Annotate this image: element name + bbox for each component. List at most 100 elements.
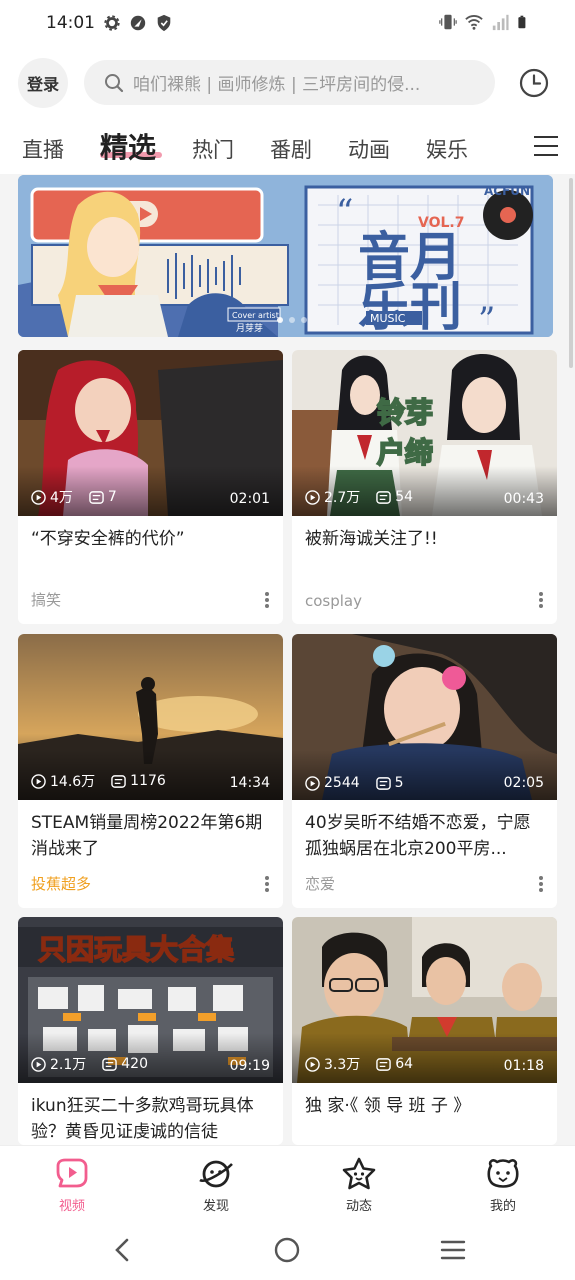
shield-icon — [157, 14, 171, 32]
video-duration: 02:01 — [229, 491, 270, 507]
nav-video[interactable]: 视频 — [42, 1156, 102, 1214]
danmaku-icon — [376, 490, 392, 504]
video-duration: 14:34 — [229, 775, 270, 791]
play-count-icon — [31, 1056, 46, 1072]
play-count-icon — [31, 773, 46, 789]
comment-count: 1176 — [130, 773, 166, 789]
view-count: 2.1万 — [50, 1057, 87, 1073]
tab-hot[interactable]: 热门 — [192, 134, 234, 164]
more-options-icon[interactable] — [539, 592, 543, 608]
tab-entertainment[interactable]: 娱乐 — [426, 134, 468, 164]
video-duration: 01:18 — [503, 1058, 544, 1074]
comment-count: 64 — [395, 1056, 414, 1072]
banner-subtitle: MUSIC — [370, 312, 406, 325]
tab-live[interactable]: 直播 — [22, 134, 64, 164]
video-title[interactable]: STEAM销量周榜2022年第6期 消战来了 — [18, 800, 283, 862]
video-tag[interactable]: 投蕉超多 — [31, 873, 91, 894]
video-thumbnail[interactable]: 只因玩具大合集 2.1万 420 09:19 — [18, 917, 283, 1083]
play-count-icon — [305, 775, 320, 791]
scrollbar[interactable] — [569, 178, 573, 368]
nav-label: 视频 — [58, 1199, 85, 1214]
video-title[interactable]: 独 家·《 领 导 班 子 》 — [292, 1083, 557, 1145]
view-count: 2544 — [324, 775, 360, 791]
tab-menu-icon[interactable] — [534, 136, 558, 156]
search-input[interactable]: 咱们裸熊 | 画师修炼 | 三坪房间的侵... — [84, 60, 495, 105]
planet-icon — [199, 1160, 233, 1188]
video-thumbnail[interactable]: 4万 7 02:01 — [18, 350, 283, 516]
more-options-icon[interactable] — [539, 876, 543, 892]
tab-animation[interactable]: 动画 — [348, 134, 390, 164]
video-duration: 00:43 — [503, 491, 544, 507]
danmaku-icon — [111, 774, 126, 788]
nav-me[interactable]: 我的 — [473, 1156, 533, 1214]
search-placeholder: 咱们裸熊 | 画师修炼 | 三坪房间的侵... — [133, 75, 421, 95]
video-title[interactable]: “不穿安全裤的代价” — [18, 516, 283, 578]
danmaku-icon — [375, 776, 391, 790]
login-button[interactable]: 登录 — [18, 58, 68, 108]
location-icon — [130, 15, 146, 31]
svg-text:“: “ — [336, 192, 353, 232]
view-count: 3.3万 — [324, 1057, 361, 1073]
thumbnail-overlay-text: 户缔 — [377, 436, 433, 469]
video-thumbnail[interactable]: 14.6万 1176 14:34 — [18, 634, 283, 800]
bear-face-icon — [487, 1159, 519, 1188]
nav-discover[interactable]: 发现 — [186, 1156, 246, 1214]
vibrate-icon — [439, 14, 457, 30]
video-card[interactable]: 铃芽 户缔 2.7万 54 00:43 被新海诚关注了!! cosplay — [292, 350, 557, 624]
more-options-icon[interactable] — [265, 876, 269, 892]
comment-count: 54 — [395, 489, 414, 505]
home-icon[interactable] — [274, 1237, 300, 1263]
nav-label: 我的 — [489, 1199, 516, 1214]
system-navigation-bar — [0, 1221, 575, 1280]
video-thumbnail[interactable]: 3.3万 64 01:18 — [292, 917, 557, 1083]
video-title[interactable]: 被新海诚关注了!! — [292, 516, 557, 578]
video-tag[interactable]: cosplay — [305, 592, 362, 610]
tab-featured[interactable]: 精选 — [100, 126, 156, 166]
view-count: 4万 — [50, 490, 73, 506]
thumbnail-overlay-text: 只因玩具大合集 — [38, 933, 234, 966]
video-tag[interactable]: 搞笑 — [31, 589, 61, 610]
more-options-icon[interactable] — [265, 592, 269, 608]
video-tag[interactable]: 恋爱 — [305, 873, 335, 894]
video-title[interactable]: ikun狂买二十多款鸡哥玩具体验？黄昏见证虔诚的信徒 — [18, 1083, 283, 1145]
video-thumbnail[interactable]: 铃芽 户缔 2.7万 54 00:43 — [292, 350, 557, 516]
history-icon[interactable] — [519, 68, 549, 98]
banner-image: Cover artist 月芽芽 “ ” 音月 乐刊 VOL.7 MUSIC A… — [18, 175, 553, 337]
play-count-icon — [31, 489, 46, 505]
wifi-icon — [465, 15, 483, 30]
video-card[interactable]: 只因玩具大合集 2.1万 420 09:19 ikun狂买二十多款鸡哥玩具体验？… — [18, 917, 283, 1145]
comment-count: 420 — [121, 1056, 148, 1072]
danmaku-icon — [89, 490, 104, 504]
star-face-icon — [342, 1157, 376, 1190]
banner-artist-label: Cover artist — [232, 311, 279, 320]
svg-text:”: ” — [478, 300, 495, 337]
back-icon[interactable] — [110, 1237, 134, 1263]
header: 登录 咱们裸熊 | 画师修炼 | 三坪房间的侵... — [0, 50, 575, 116]
banner-artist-name: 月芽芽 — [236, 322, 263, 334]
video-card[interactable]: 3.3万 64 01:18 独 家·《 领 导 班 子 》 — [292, 917, 557, 1145]
banner-title-b: 乐刊 — [358, 278, 462, 337]
recent-apps-icon[interactable] — [440, 1238, 466, 1262]
danmaku-icon — [102, 1057, 118, 1071]
category-tabs: 直播 精选 热门 番剧 动画 娱乐 — [0, 116, 575, 174]
comment-count: 5 — [394, 775, 404, 791]
status-bar: 14:01 — [0, 0, 575, 50]
nav-moments[interactable]: 动态 — [329, 1156, 389, 1214]
video-card[interactable]: 4万 7 02:01 “不穿安全裤的代价” 搞笑 — [18, 350, 283, 624]
comment-count: 7 — [107, 489, 117, 505]
bottom-navigation: 视频 发现 动态 我的 — [0, 1145, 575, 1221]
danmaku-icon — [376, 1057, 392, 1071]
status-time: 14:01 — [46, 13, 95, 33]
battery-icon — [518, 15, 526, 29]
video-card[interactable]: 2544 5 02:05 40岁吴昕不结婚不恋爱，宁愿孤独蜗居在北京200平房.… — [292, 634, 557, 908]
banner-carousel[interactable]: Cover artist 月芽芽 “ ” 音月 乐刊 VOL.7 MUSIC A… — [18, 175, 553, 337]
thumbnail-overlay-text: 铃芽 — [377, 396, 433, 429]
video-card[interactable]: 14.6万 1176 14:34 STEAM销量周榜2022年第6期 消战来了 … — [18, 634, 283, 908]
signal-icon — [492, 14, 509, 31]
tab-bangumi[interactable]: 番剧 — [270, 134, 312, 164]
video-title[interactable]: 40岁吴昕不结婚不恋爱，宁愿孤独蜗居在北京200平房... — [292, 800, 557, 862]
video-thumbnail[interactable]: 2544 5 02:05 — [292, 634, 557, 800]
view-count: 2.7万 — [324, 490, 361, 506]
video-duration: 09:19 — [229, 1058, 270, 1074]
view-count: 14.6万 — [50, 774, 96, 790]
